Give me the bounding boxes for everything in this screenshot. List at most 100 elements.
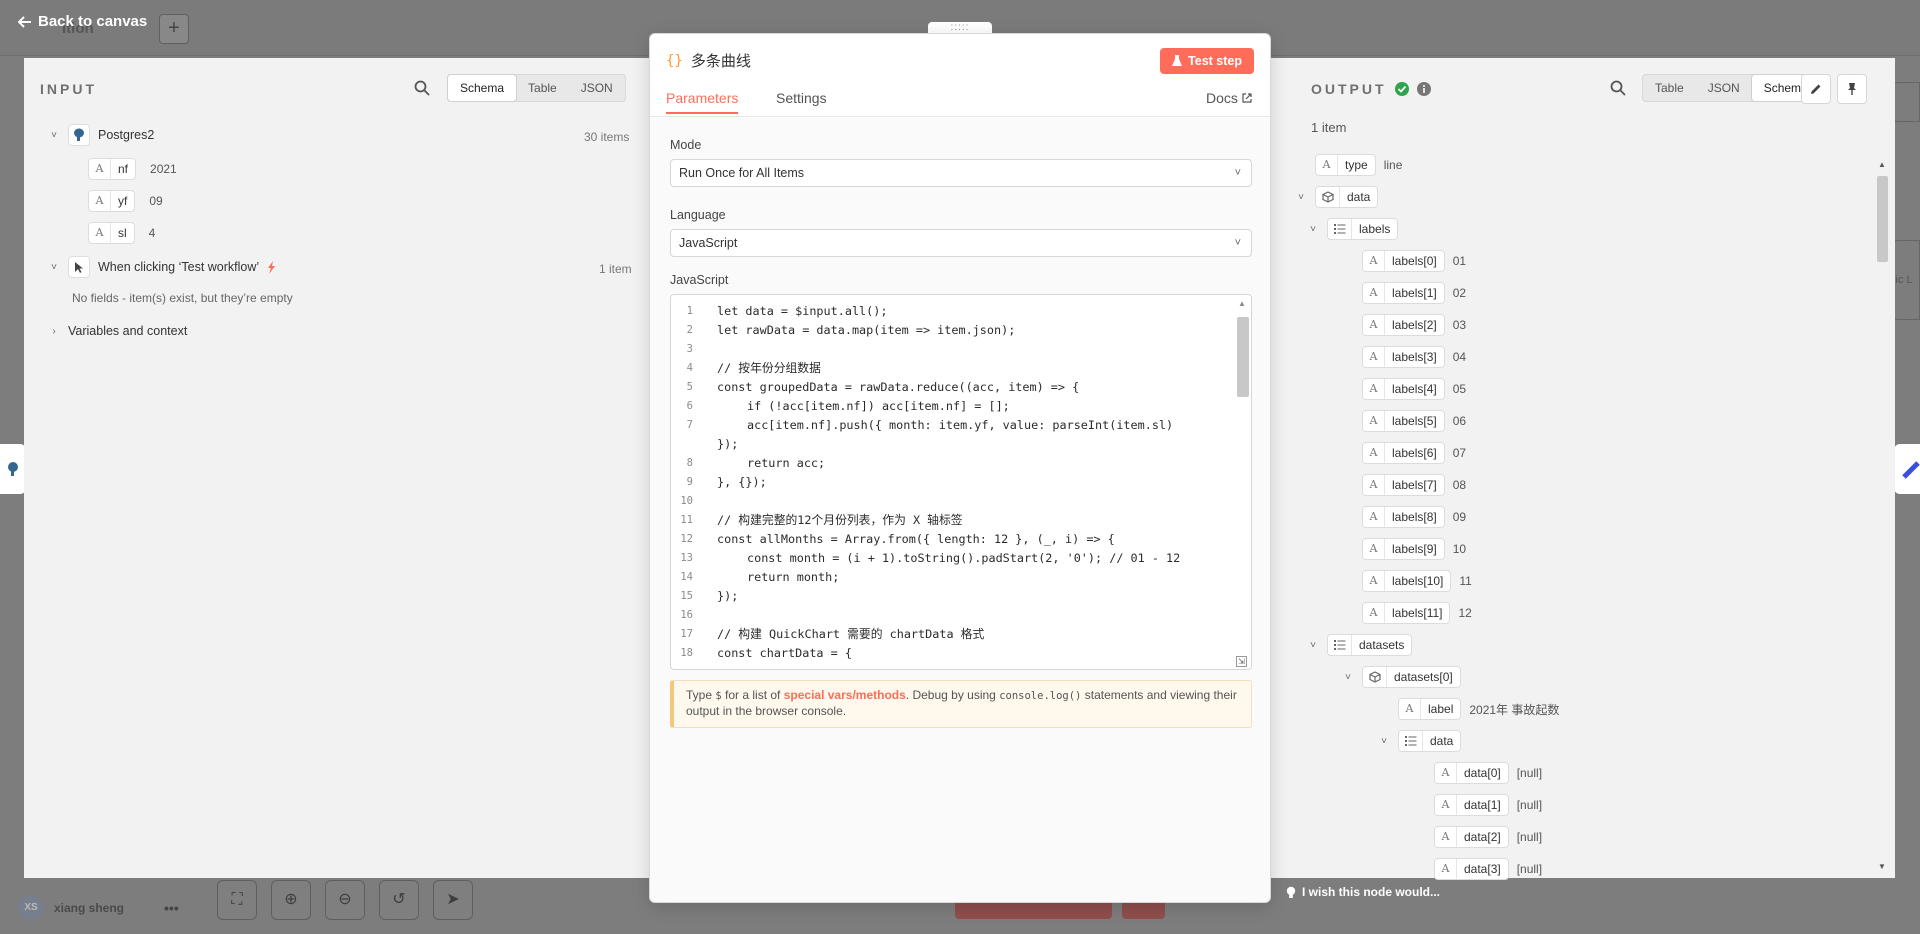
node-postgres2[interactable]: ˅ Postgres2 xyxy=(48,124,154,146)
field-pill[interactable]: Alabel xyxy=(1398,698,1462,720)
field-pill[interactable]: Adata[3] xyxy=(1434,858,1509,880)
chevron-right-icon[interactable]: › xyxy=(48,326,60,337)
output-node-handle[interactable] xyxy=(1894,444,1920,494)
field-sl[interactable]: Asl 4 xyxy=(88,222,155,244)
schema-row-labels7[interactable]: Alabels[7] 08 xyxy=(1342,474,1466,496)
schema-row-datasets0[interactable]: ˅ datasets[0] xyxy=(1342,666,1461,688)
field-pill[interactable]: Alabels[9] xyxy=(1362,538,1445,560)
tidy-up-button[interactable]: ➤ xyxy=(433,880,473,920)
chevron-down-icon[interactable]: ˅ xyxy=(48,130,60,141)
schema-row-labels[interactable]: ˅ labels xyxy=(1307,218,1399,240)
schema-row-labels10[interactable]: Alabels[10] 11 xyxy=(1342,570,1472,592)
scrollbar-thumb[interactable] xyxy=(1237,317,1249,397)
field-pill[interactable]: Alabels[2] xyxy=(1362,314,1445,336)
field-pill[interactable]: Adata[1] xyxy=(1434,794,1509,816)
chevron-down-icon[interactable]: ˅ xyxy=(1378,736,1390,747)
tab-parameters[interactable]: Parameters xyxy=(666,90,739,114)
tab-settings[interactable]: Settings xyxy=(776,90,827,106)
field-pill[interactable]: Alabels[7] xyxy=(1362,474,1445,496)
field-pill[interactable]: Alabels[6] xyxy=(1362,442,1445,464)
field-pill[interactable]: Asl xyxy=(88,222,135,244)
field-pill[interactable]: datasets[0] xyxy=(1362,666,1461,688)
schema-row-data1[interactable]: Adata[1] [null] xyxy=(1414,794,1542,816)
chevron-down-icon[interactable]: ˅ xyxy=(1342,672,1354,683)
field-yf[interactable]: Ayf 09 xyxy=(88,190,163,212)
language-select[interactable]: JavaScript ˅ xyxy=(670,229,1252,257)
schema-row-labels2[interactable]: Alabels[2] 03 xyxy=(1342,314,1466,336)
tab-json[interactable]: JSON xyxy=(569,75,625,101)
tab-table[interactable]: Table xyxy=(516,75,569,101)
schema-row-data[interactable]: ˅ data xyxy=(1295,186,1379,208)
field-nf[interactable]: Anf 2021 xyxy=(88,158,177,180)
field-pill[interactable]: labels xyxy=(1327,218,1399,240)
docs-link[interactable]: Docs xyxy=(1206,90,1252,106)
tab-json[interactable]: JSON xyxy=(1696,75,1752,101)
edit-output-button[interactable] xyxy=(1801,74,1831,104)
chevron-down-icon[interactable]: ˅ xyxy=(1307,224,1319,235)
reset-zoom-button[interactable]: ↺ xyxy=(379,880,419,920)
field-pill[interactable]: data xyxy=(1398,730,1462,752)
scrollbar-thumb[interactable] xyxy=(1877,176,1888,262)
special-vars-link[interactable]: special vars/methods xyxy=(784,688,906,702)
schema-row-type[interactable]: Atype line xyxy=(1295,154,1402,176)
schema-row-data[interactable]: ˅ data xyxy=(1378,730,1462,752)
schema-row-label[interactable]: Alabel 2021年 事故起数 xyxy=(1378,698,1559,720)
scroll-up-icon[interactable]: ▲ xyxy=(1238,299,1246,308)
field-pill[interactable]: Alabels[10] xyxy=(1362,570,1452,592)
schema-row-labels5[interactable]: Alabels[5] 06 xyxy=(1342,410,1466,432)
back-to-canvas-button[interactable]: Back to canvas xyxy=(18,13,147,30)
field-pill[interactable]: Alabels[11] xyxy=(1362,602,1451,624)
schema-row-labels0[interactable]: Alabels[0] 01 xyxy=(1342,250,1466,272)
scroll-down-icon[interactable]: ▼ xyxy=(1878,862,1886,871)
scroll-up-icon[interactable]: ▲ xyxy=(1878,160,1886,169)
input-node-handle[interactable] xyxy=(0,444,26,494)
tab-schema[interactable]: Schema xyxy=(447,74,518,102)
schema-row-labels9[interactable]: Alabels[9] 10 xyxy=(1342,538,1466,560)
field-pill[interactable]: Adata[0] xyxy=(1434,762,1509,784)
node-manual-trigger[interactable]: ˅ When clicking ‘Test workflow’ xyxy=(48,256,276,278)
schema-row-data2[interactable]: Adata[2] [null] xyxy=(1414,826,1542,848)
field-pill[interactable]: Alabels[1] xyxy=(1362,282,1445,304)
chevron-down-icon[interactable]: ˅ xyxy=(48,262,60,273)
field-pill[interactable]: Adata[2] xyxy=(1434,826,1509,848)
node-title[interactable]: 多条曲线 xyxy=(691,50,751,71)
chevron-down-icon[interactable]: ˅ xyxy=(1295,192,1307,203)
zoom-in-button[interactable]: ⊕ xyxy=(271,880,311,920)
field-pill[interactable]: Anf xyxy=(88,158,137,180)
variables-and-context[interactable]: › Variables and context xyxy=(48,324,187,338)
schema-row-labels8[interactable]: Alabels[8] 09 xyxy=(1342,506,1466,528)
fit-view-button[interactable]: ⛶ xyxy=(217,880,257,920)
schema-row-labels3[interactable]: Alabels[3] 04 xyxy=(1342,346,1466,368)
field-pill[interactable]: Alabels[5] xyxy=(1362,410,1445,432)
field-pill[interactable]: Alabels[4] xyxy=(1362,378,1445,400)
chevron-down-icon[interactable]: ˅ xyxy=(1307,640,1319,651)
field-pill[interactable]: Atype xyxy=(1315,154,1376,176)
field-pill[interactable]: Alabels[8] xyxy=(1362,506,1445,528)
mode-select[interactable]: Run Once for All Items ˅ xyxy=(670,159,1252,187)
info-icon[interactable] xyxy=(1416,82,1431,96)
resize-handle-icon[interactable]: ⇲ xyxy=(1236,656,1247,667)
search-icon[interactable] xyxy=(414,80,430,96)
schema-row-data0[interactable]: Adata[0] [null] xyxy=(1414,762,1542,784)
field-pill[interactable]: data xyxy=(1315,186,1379,208)
code-editor[interactable]: 1 let data = $input.all(); 2 let rawData = … xyxy=(670,294,1252,670)
zoom-out-button[interactable]: ⊖ xyxy=(325,880,365,920)
add-node-button[interactable]: + xyxy=(159,14,189,44)
schema-row-data3[interactable]: Adata[3] [null] xyxy=(1414,858,1542,880)
feedback-link[interactable]: I wish this node would... xyxy=(1286,885,1440,899)
user-menu[interactable]: XS xiang sheng ••• xyxy=(18,895,179,921)
schema-row-labels6[interactable]: Alabels[6] 07 xyxy=(1342,442,1466,464)
code-scrollbar[interactable]: ▲ xyxy=(1235,299,1249,665)
pin-data-button[interactable] xyxy=(1837,74,1867,104)
field-pill[interactable]: Ayf xyxy=(88,190,136,212)
output-scrollbar[interactable]: ▲ ▼ xyxy=(1875,160,1889,874)
search-icon[interactable] xyxy=(1610,80,1626,96)
test-step-button[interactable]: Test step xyxy=(1160,47,1254,74)
more-options-icon[interactable]: ••• xyxy=(164,900,179,916)
schema-row-labels4[interactable]: Alabels[4] 05 xyxy=(1342,378,1466,400)
schema-row-labels1[interactable]: Alabels[1] 02 xyxy=(1342,282,1466,304)
field-pill[interactable]: Alabels[3] xyxy=(1362,346,1445,368)
field-pill[interactable]: datasets xyxy=(1327,634,1413,656)
tab-table[interactable]: Table xyxy=(1643,75,1696,101)
schema-row-datasets[interactable]: ˅ datasets xyxy=(1307,634,1413,656)
